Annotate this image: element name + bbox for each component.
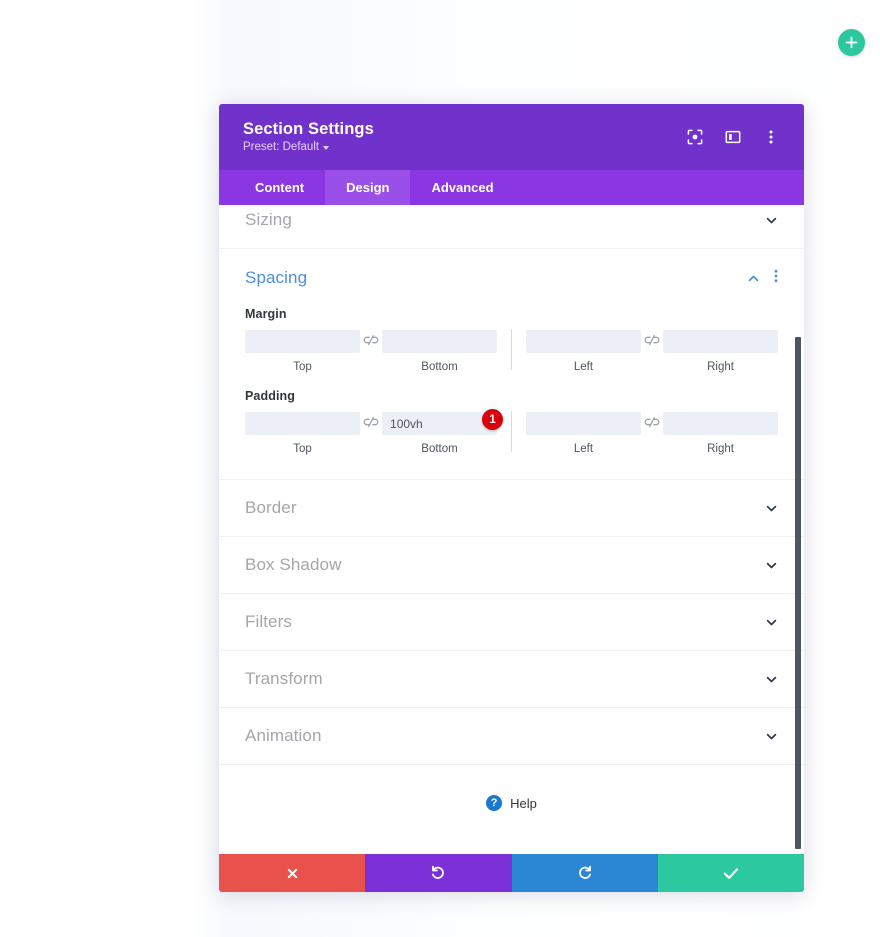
padding-right-caption: Right xyxy=(707,443,734,456)
padding-left-group: Left xyxy=(525,412,641,456)
margin-top-caption: Top xyxy=(293,361,312,374)
help-row: ? Help xyxy=(219,765,804,841)
margin-right-input[interactable] xyxy=(663,330,779,354)
spacing-header-actions xyxy=(747,269,778,288)
scrollbar-thumb[interactable] xyxy=(795,337,801,849)
margin-right-group: Right xyxy=(663,330,779,374)
padding-quad: Top Bottom xyxy=(245,409,779,457)
padding-right-input[interactable] xyxy=(663,412,779,436)
section-row-transform[interactable]: Transform xyxy=(219,651,804,708)
padding-right-group: Right xyxy=(663,412,779,456)
padding-label: Padding xyxy=(245,389,296,403)
chevron-down-icon xyxy=(765,214,778,227)
tab-design[interactable]: Design xyxy=(325,170,411,205)
margin-right-caption: Right xyxy=(707,361,734,374)
settings-tabs: Content Design Advanced xyxy=(219,170,804,205)
chevron-up-icon[interactable] xyxy=(747,272,760,285)
margin-top-group: Top xyxy=(245,330,361,374)
section-row-animation[interactable]: Animation xyxy=(219,708,804,765)
save-button[interactable] xyxy=(657,854,804,892)
broken-link-icon[interactable] xyxy=(360,329,382,375)
margin-left-group: Left xyxy=(525,330,641,374)
settings-scroll-area: Sizing Spacing Margin Top Bottom Left Ri… xyxy=(219,205,804,854)
add-section-button[interactable] xyxy=(838,29,865,56)
section-label-spacing: Spacing xyxy=(245,268,308,287)
margin-bottom-input[interactable] xyxy=(382,330,498,354)
redo-button[interactable] xyxy=(511,854,658,892)
checkmark-icon xyxy=(723,867,739,880)
margin-divider xyxy=(511,329,512,370)
preset-label: Preset: Default xyxy=(243,141,320,154)
section-label-animation: Animation xyxy=(245,726,322,745)
margin-bottom-group: Bottom xyxy=(382,330,498,374)
margin-field-block: Margin Top Bottom Left Right Padding Top… xyxy=(219,307,804,457)
preset-selector[interactable]: Preset: Default xyxy=(243,141,374,154)
section-row-filters[interactable]: Filters xyxy=(219,594,804,651)
help-link[interactable]: Help xyxy=(510,796,537,811)
kebab-menu-icon[interactable] xyxy=(774,269,778,288)
broken-link-icon[interactable] xyxy=(360,411,382,457)
kebab-menu-icon[interactable] xyxy=(762,128,780,146)
margin-vertical-pair: Top Bottom xyxy=(245,329,498,375)
padding-top-caption: Top xyxy=(293,443,312,456)
margin-left-input[interactable] xyxy=(525,330,641,354)
scrollbar-track[interactable] xyxy=(793,205,802,854)
section-settings-modal: Section Settings Preset: Default Content… xyxy=(219,104,804,892)
focus-target-icon[interactable] xyxy=(686,128,704,146)
padding-vertical-pair: Top Bottom xyxy=(245,409,504,457)
redo-arrow-icon xyxy=(577,865,593,881)
question-mark-circle-icon: ? xyxy=(486,795,503,811)
padding-bottom-caption: Bottom xyxy=(421,443,458,456)
padding-top-input[interactable] xyxy=(245,412,361,436)
page-title: Section Settings xyxy=(243,120,374,139)
padding-bottom-input[interactable] xyxy=(382,412,498,436)
padding-bottom-group: Bottom 1 xyxy=(382,409,504,456)
tab-content[interactable]: Content xyxy=(234,170,325,205)
modal-footer xyxy=(219,854,804,892)
margin-left-caption: Left xyxy=(573,361,594,374)
section-label-border: Border xyxy=(245,498,297,517)
layout-panel-icon[interactable] xyxy=(724,128,742,146)
section-row-box-shadow[interactable]: Box Shadow xyxy=(219,537,804,594)
chevron-down-icon xyxy=(765,730,778,743)
plus-icon xyxy=(845,36,858,49)
undo-arrow-icon xyxy=(430,865,446,881)
section-label-sizing: Sizing xyxy=(245,210,292,229)
padding-top-group: Top xyxy=(245,412,361,456)
discard-button[interactable] xyxy=(219,854,366,892)
caret-down-icon xyxy=(323,146,330,151)
close-x-icon xyxy=(286,867,299,880)
section-group-spacing: Spacing Margin Top Bottom Left Right Pad… xyxy=(219,249,804,480)
chevron-down-icon xyxy=(765,616,778,629)
chevron-down-icon xyxy=(765,673,778,686)
broken-link-icon[interactable] xyxy=(641,329,663,375)
margin-label: Margin xyxy=(245,307,287,321)
margin-bottom-caption: Bottom xyxy=(421,361,458,374)
padding-left-caption: Left xyxy=(573,443,594,456)
modal-header-actions xyxy=(686,128,780,146)
status-badge: 1 xyxy=(482,409,504,431)
tab-advanced[interactable]: Advanced xyxy=(410,170,514,205)
margin-horizontal-pair: Left Right xyxy=(525,329,779,375)
section-label-transform: Transform xyxy=(245,669,323,688)
section-label-filters: Filters xyxy=(245,612,292,631)
padding-horizontal-pair: Left Right xyxy=(525,411,779,457)
chevron-down-icon xyxy=(765,502,778,515)
section-row-border[interactable]: Border xyxy=(219,480,804,537)
padding-left-input[interactable] xyxy=(525,412,641,436)
section-row-sizing[interactable]: Sizing xyxy=(219,205,804,249)
modal-header-titles: Section Settings Preset: Default xyxy=(243,120,374,154)
section-label-box-shadow: Box Shadow xyxy=(245,555,342,574)
margin-quad: Top Bottom Left Right xyxy=(245,329,779,375)
undo-button[interactable] xyxy=(365,854,512,892)
modal-header: Section Settings Preset: Default xyxy=(219,104,804,170)
section-row-spacing[interactable]: Spacing xyxy=(219,249,804,307)
broken-link-icon[interactable] xyxy=(641,411,663,457)
margin-top-input[interactable] xyxy=(245,330,361,354)
chevron-down-icon xyxy=(765,559,778,572)
padding-divider xyxy=(511,411,512,452)
